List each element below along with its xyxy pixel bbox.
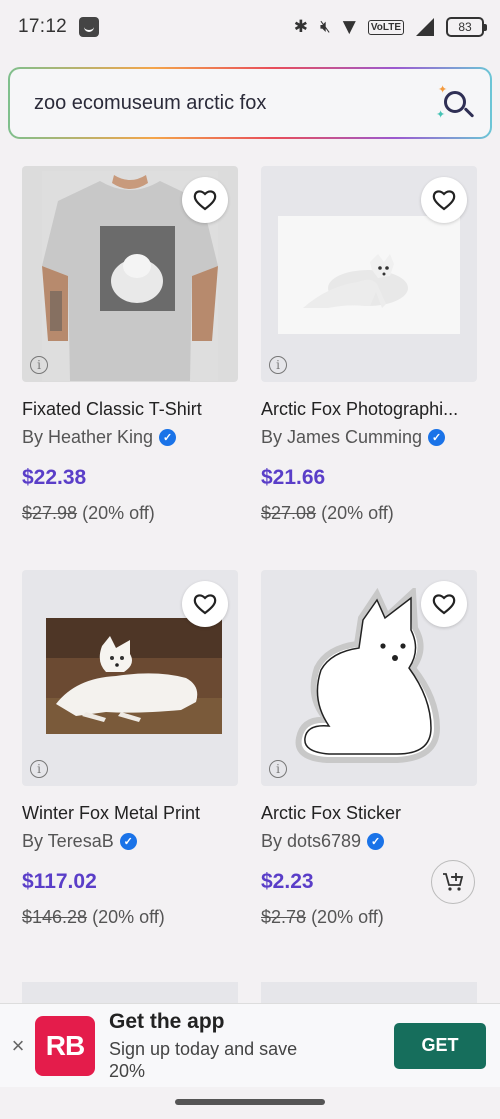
- original-price-row: $146.28 (20% off): [22, 907, 238, 928]
- product-card[interactable]: i Winter Fox Metal Print By TeresaB ✓ $1…: [22, 570, 238, 928]
- discount-label: (20% off): [82, 503, 155, 523]
- product-title[interactable]: Arctic Fox Photographi...: [261, 399, 477, 420]
- product-artist[interactable]: By James Cumming ✓: [261, 427, 477, 448]
- artist-name[interactable]: By dots6789: [261, 831, 361, 852]
- verified-badge-icon: ✓: [159, 429, 177, 446]
- product-title[interactable]: Winter Fox Metal Print: [22, 803, 238, 824]
- artist-name[interactable]: By TeresaB: [22, 831, 114, 852]
- original-price: $2.78: [261, 907, 307, 927]
- product-artist[interactable]: By TeresaB ✓: [22, 831, 238, 852]
- metal-print-photo: [46, 618, 222, 734]
- close-icon[interactable]: ×: [4, 1033, 32, 1059]
- volte-badge: VoLTE: [367, 19, 404, 35]
- original-price: $27.98: [22, 503, 78, 523]
- home-gesture-bar[interactable]: [175, 1099, 325, 1105]
- arctic-fox-photo: [278, 216, 460, 334]
- product-title[interactable]: Arctic Fox Sticker: [261, 803, 477, 824]
- product-price: $22.38: [22, 466, 87, 489]
- banner-subtitle: Sign up today and save 20%: [109, 1038, 298, 1081]
- wifi-icon: ▼: [342, 17, 356, 37]
- app-install-banner: × RB Get the app Sign up today and save …: [0, 1003, 500, 1087]
- original-price-row: $27.98 (20% off): [22, 503, 238, 524]
- verified-badge-icon: ✓: [367, 833, 385, 850]
- battery-icon: 83: [446, 17, 487, 37]
- original-price: $146.28: [22, 907, 88, 927]
- search-input[interactable]: zoo ecomuseum arctic fox: [34, 92, 436, 115]
- favorite-heart-icon[interactable]: [182, 581, 228, 627]
- product-image[interactable]: i: [261, 570, 477, 786]
- product-artist[interactable]: By Heather King ✓: [22, 427, 238, 448]
- signal-icon: [416, 18, 434, 36]
- artist-name[interactable]: By Heather King: [22, 427, 153, 448]
- product-card[interactable]: i Fixated Classic T-Shirt By Heather Kin…: [22, 166, 238, 524]
- bluetooth-icon: ✱: [293, 17, 309, 37]
- original-price-row: $2.78 (20% off): [261, 907, 477, 928]
- favorite-heart-icon[interactable]: [182, 177, 228, 223]
- battery-level: 83: [458, 20, 472, 34]
- favorite-heart-icon[interactable]: [421, 177, 467, 223]
- discount-label: (20% off): [321, 503, 394, 523]
- original-price-row: $27.08 (20% off): [261, 503, 477, 524]
- favorite-heart-icon[interactable]: [421, 581, 467, 627]
- product-image[interactable]: i: [261, 166, 477, 382]
- info-icon[interactable]: i: [30, 760, 48, 778]
- app-notification-icon: [79, 17, 100, 37]
- discount-label: (20% off): [92, 907, 165, 927]
- banner-text: Get the app Sign up today and save 20%: [109, 1010, 394, 1082]
- info-icon[interactable]: i: [30, 356, 48, 374]
- product-artist[interactable]: By dots6789 ✓: [261, 831, 477, 852]
- redbubble-logo: RB: [35, 1015, 95, 1076]
- verified-badge-icon: ✓: [428, 429, 446, 446]
- product-grid: i Fixated Classic T-Shirt By Heather Kin…: [22, 166, 478, 928]
- system-nav-bar: [0, 1087, 500, 1119]
- product-price: $21.66: [261, 466, 326, 489]
- banner-title: Get the app: [109, 1009, 225, 1033]
- add-to-cart-icon[interactable]: [431, 860, 475, 904]
- status-bar: 17:12 ✱ 🔇︎ ▼ VoLTE 83: [0, 0, 500, 54]
- product-card[interactable]: i Arctic Fox Sticker By dots6789 ✓ $2.23…: [261, 570, 477, 928]
- info-icon[interactable]: i: [269, 356, 287, 374]
- original-price: $27.08: [261, 503, 317, 523]
- mute-icon: 🔇︎: [320, 17, 331, 37]
- product-card[interactable]: i Arctic Fox Photographi... By James Cum…: [261, 166, 477, 524]
- artist-name[interactable]: By James Cumming: [261, 427, 422, 448]
- info-icon[interactable]: i: [269, 760, 287, 778]
- search-icon[interactable]: ✦ ✦: [436, 83, 476, 123]
- status-time: 17:12: [18, 16, 68, 37]
- product-price: $117.02: [22, 870, 97, 893]
- product-image[interactable]: i: [22, 166, 238, 382]
- product-image[interactable]: i: [22, 570, 238, 786]
- status-icons: ✱ 🔇︎ ▼ VoLTE 83: [293, 17, 487, 37]
- sparkle-icon: ✦: [436, 109, 446, 121]
- verified-badge-icon: ✓: [119, 833, 137, 850]
- product-title[interactable]: Fixated Classic T-Shirt: [22, 399, 238, 420]
- search-box[interactable]: zoo ecomuseum arctic fox ✦ ✦: [10, 69, 490, 137]
- search-bar[interactable]: zoo ecomuseum arctic fox ✦ ✦: [8, 67, 492, 139]
- get-app-button[interactable]: GET: [394, 1022, 486, 1069]
- discount-label: (20% off): [311, 907, 384, 927]
